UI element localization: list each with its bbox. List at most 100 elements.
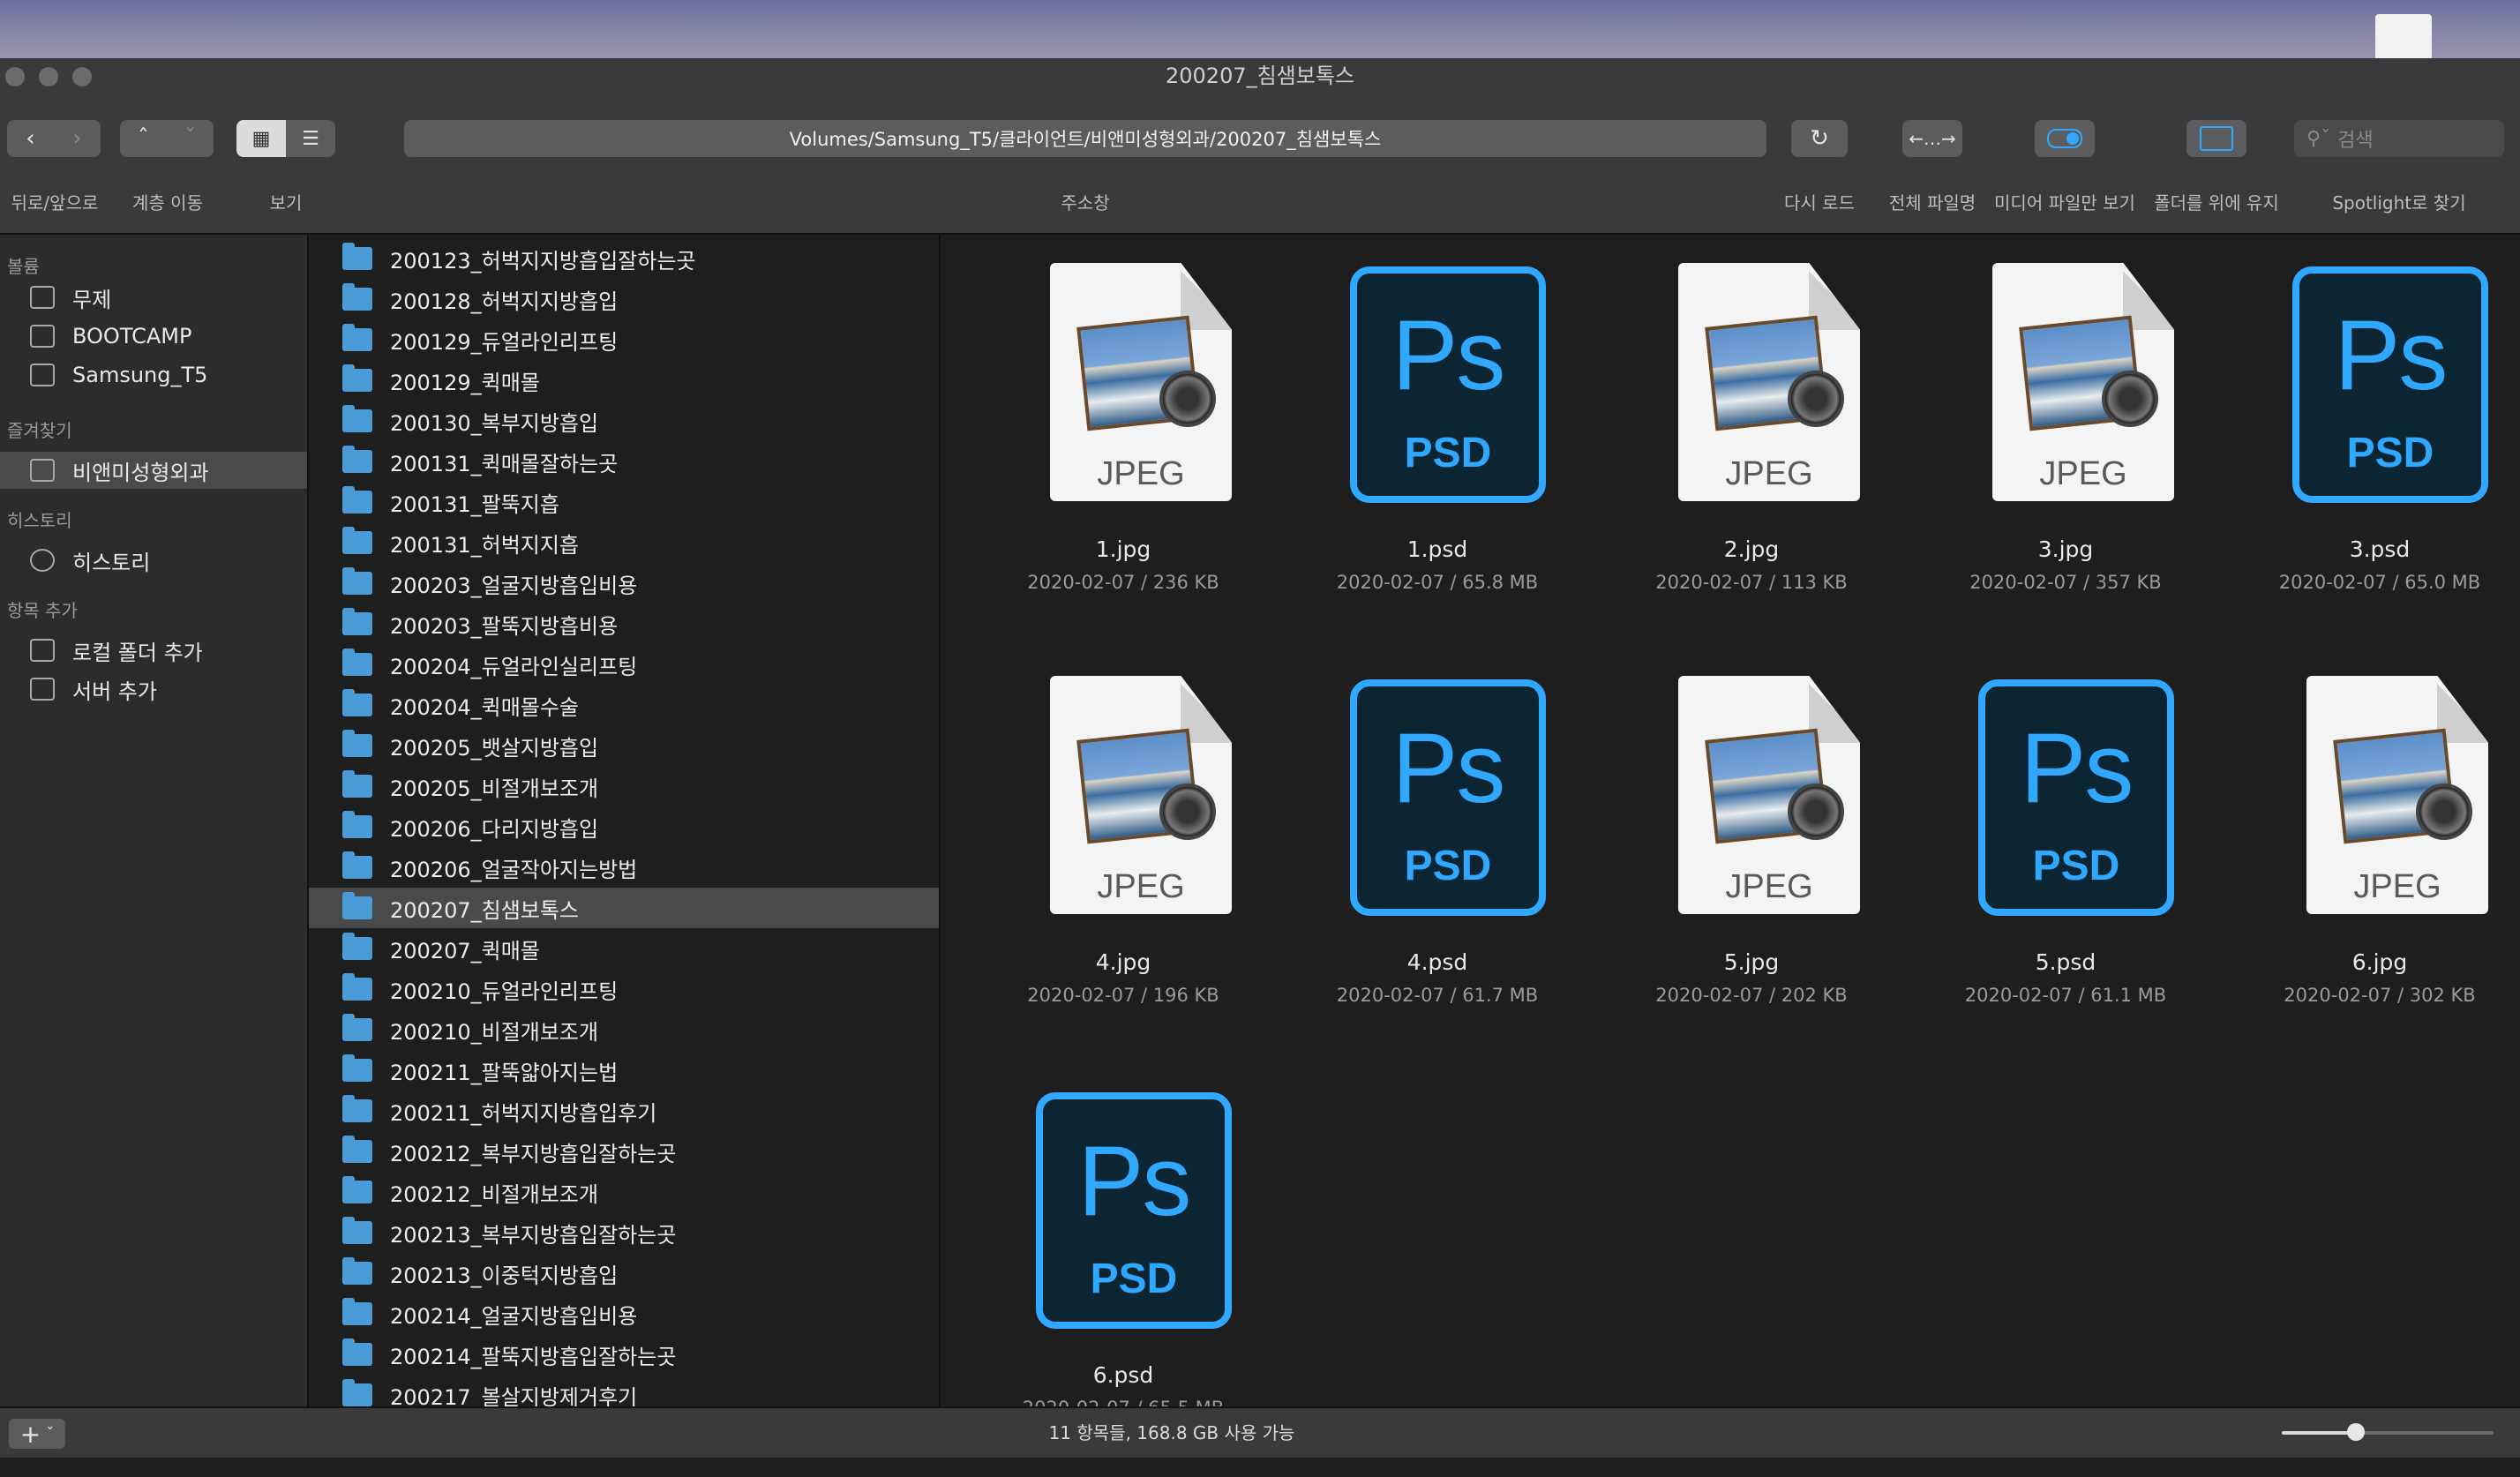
file-meta: 2020-02-07 / 61.1 MB <box>1964 985 2167 1006</box>
folder-row[interactable]: 200206_얼굴작아지는방법 <box>309 847 939 888</box>
file-item[interactable]: JPEG 6.jpg 2020-02-07 / 302 KB <box>2234 676 2520 1064</box>
drive-icon <box>30 325 55 348</box>
folder-row[interactable]: 200211_팔뚝얇아지는법 <box>309 1050 939 1091</box>
file-item[interactable]: Ps PSD 3.psd 2020-02-07 / 65.0 MB <box>2234 263 2520 651</box>
file-item[interactable]: JPEG 4.jpg 2020-02-07 / 196 KB <box>978 676 1269 1064</box>
folder-row[interactable]: 200131_퀵매몰잘하는곳 <box>309 441 939 482</box>
jpeg-file-icon: JPEG <box>1678 676 1860 914</box>
file-meta: 2020-02-07 / 357 KB <box>1969 572 2162 593</box>
jpeg-file-icon: JPEG <box>1992 263 2174 501</box>
folder-row[interactable]: 200205_비절개보조개 <box>309 766 939 806</box>
sidebar-item-favorite[interactable]: 비앤미성형외과 <box>0 452 307 489</box>
jpeg-file-icon: JPEG <box>1050 676 1232 914</box>
folder-name: 200211_팔뚝얇아지는법 <box>390 1060 619 1085</box>
folder-icon <box>342 1379 372 1406</box>
zoom-slider[interactable] <box>2282 1423 2494 1441</box>
up-icon[interactable]: ˆ <box>120 125 167 152</box>
icon-label: PSD <box>1404 843 1492 889</box>
zoom-window-button[interactable] <box>72 67 92 86</box>
folder-row[interactable]: 200207_퀵매몰 <box>309 928 939 969</box>
desktop-background <box>0 0 2520 64</box>
icon-label: PSD <box>2032 843 2120 889</box>
folder-row[interactable]: 200212_비절개보조개 <box>309 1172 939 1212</box>
forward-icon[interactable]: › <box>54 125 101 152</box>
reload-button[interactable]: ↻ <box>1791 120 1848 157</box>
media-only-label: 미디어 파일만 보기 <box>1994 192 2135 214</box>
zoom-slider-handle[interactable] <box>2347 1423 2365 1441</box>
folder-row[interactable]: 200131_팔뚝지흡 <box>309 482 939 522</box>
folder-row[interactable]: 200207_침샘보톡스 <box>309 888 939 928</box>
folder-icon <box>342 1217 372 1244</box>
back-icon[interactable]: ‹ <box>7 125 54 152</box>
drive-icon <box>30 286 55 309</box>
keep-folders-on-top-button[interactable] <box>2186 120 2246 157</box>
folder-name: 200207_침샘보톡스 <box>390 897 580 923</box>
minimize-window-button[interactable] <box>39 67 58 86</box>
grid-view-icon[interactable]: ▦ <box>236 120 286 157</box>
folder-row[interactable]: 200213_이중턱지방흡입 <box>309 1253 939 1293</box>
photoshop-file-icon: Ps PSD <box>1350 266 1546 503</box>
file-item[interactable]: Ps PSD 5.psd 2020-02-07 / 61.1 MB <box>1920 676 2211 1064</box>
folder-row[interactable]: 200217_볼살지방제거후기 <box>309 1375 939 1406</box>
folder-row[interactable]: 200130_복부지방흡입 <box>309 401 939 441</box>
folder-row[interactable]: 200131_허벅지지흡 <box>309 522 939 563</box>
file-item[interactable]: Ps PSD 1.psd 2020-02-07 / 65.8 MB <box>1292 263 1583 651</box>
back-forward-label: 뒤로/앞으로 <box>11 192 99 214</box>
file-item[interactable]: JPEG 2.jpg 2020-02-07 / 113 KB <box>1606 263 1897 651</box>
sidebar-item-add-local-folder[interactable]: 로컬 폴더 추가 <box>0 632 307 669</box>
search-field[interactable]: ⚲ˇ 검색 <box>2294 120 2504 157</box>
photoshop-file-icon: Ps PSD <box>2292 266 2488 503</box>
folder-icon <box>342 1257 372 1285</box>
folder-row[interactable]: 200203_팔뚝지방흡비용 <box>309 604 939 644</box>
search-placeholder: 검색 <box>2337 130 2374 152</box>
folder-row[interactable]: 200212_복부지방흡입잘하는곳 <box>309 1131 939 1172</box>
jpeg-file-icon: JPEG <box>1050 263 1232 501</box>
close-window-button[interactable] <box>5 67 25 86</box>
desktop-file-icon[interactable] <box>2375 14 2432 64</box>
list-view-icon[interactable]: ☰ <box>286 128 335 150</box>
full-filename-button[interactable]: ←…→ <box>1902 120 1962 157</box>
folder-row[interactable]: 200206_다리지방흡입 <box>309 806 939 847</box>
folder-row[interactable]: 200204_퀵매몰수술 <box>309 685 939 725</box>
address-bar[interactable]: Volumes/Samsung_T5/클라이언트/비앤미성형외과/200207_… <box>404 120 1766 157</box>
folder-icon <box>342 649 372 676</box>
sidebar-item-history[interactable]: 히스토리 <box>0 542 307 579</box>
folder-row[interactable]: 200210_비절개보조개 <box>309 1009 939 1050</box>
folder-row[interactable]: 200203_얼굴지방흡입비용 <box>309 563 939 604</box>
folder-row[interactable]: 200205_뱃살지방흡입 <box>309 725 939 766</box>
folder-row[interactable]: 200129_듀얼라인리프팅 <box>309 319 939 360</box>
folder-row[interactable]: 200214_팔뚝지방흡입잘하는곳 <box>309 1334 939 1375</box>
file-name: 4.jpg <box>1095 949 1151 975</box>
icon-label: JPEG <box>2039 455 2127 492</box>
folder-icon <box>342 1298 372 1325</box>
sidebar-item-volume[interactable]: 무제 <box>0 279 307 316</box>
file-meta: 2020-02-07 / 302 KB <box>2284 985 2476 1006</box>
folder-row[interactable]: 200204_듀얼라인실리프팅 <box>309 644 939 685</box>
folder-icon <box>342 567 372 595</box>
folder-row[interactable]: 200210_듀얼라인리프팅 <box>309 969 939 1009</box>
media-only-toggle[interactable] <box>2035 120 2095 157</box>
file-item[interactable]: JPEG 5.jpg 2020-02-07 / 202 KB <box>1606 676 1897 1064</box>
file-item[interactable]: Ps PSD 4.psd 2020-02-07 / 61.7 MB <box>1292 676 1583 1064</box>
add-header: 항목 추가 <box>7 600 78 621</box>
icon-label: PSD <box>1090 1256 1178 1302</box>
folder-row[interactable]: 200129_퀵매몰 <box>309 360 939 401</box>
sidebar-item-volume[interactable]: BOOTCAMP <box>0 318 307 355</box>
sidebar-item-volume[interactable]: Samsung_T5 <box>0 356 307 394</box>
folder-row[interactable]: 200123_허벅지지방흡입잘하는곳 <box>309 238 939 279</box>
folder-icon <box>342 1014 372 1041</box>
file-item[interactable]: JPEG 1.jpg 2020-02-07 / 236 KB <box>978 263 1269 651</box>
file-meta: 2020-02-07 / 65.8 MB <box>1336 572 1539 593</box>
folder-row[interactable]: 200211_허벅지지방흡입후기 <box>309 1091 939 1131</box>
folder-row[interactable]: 200128_허벅지지방흡입 <box>309 279 939 319</box>
file-item[interactable]: JPEG 3.jpg 2020-02-07 / 357 KB <box>1920 263 2211 651</box>
view-label: 보기 <box>269 192 303 214</box>
down-icon[interactable]: ˇ <box>167 125 214 152</box>
folder-icon <box>342 283 372 311</box>
sidebar-item-add-server[interactable]: 서버 추가 <box>0 671 307 708</box>
folder-row[interactable]: 200214_얼굴지방흡입비용 <box>309 1293 939 1334</box>
zoom-slider-fill <box>2282 1431 2356 1435</box>
spotlight-label: Spotlight로 찾기 <box>2332 192 2466 214</box>
folder-icon <box>342 851 372 879</box>
folder-row[interactable]: 200213_복부지방흡입잘하는곳 <box>309 1212 939 1253</box>
